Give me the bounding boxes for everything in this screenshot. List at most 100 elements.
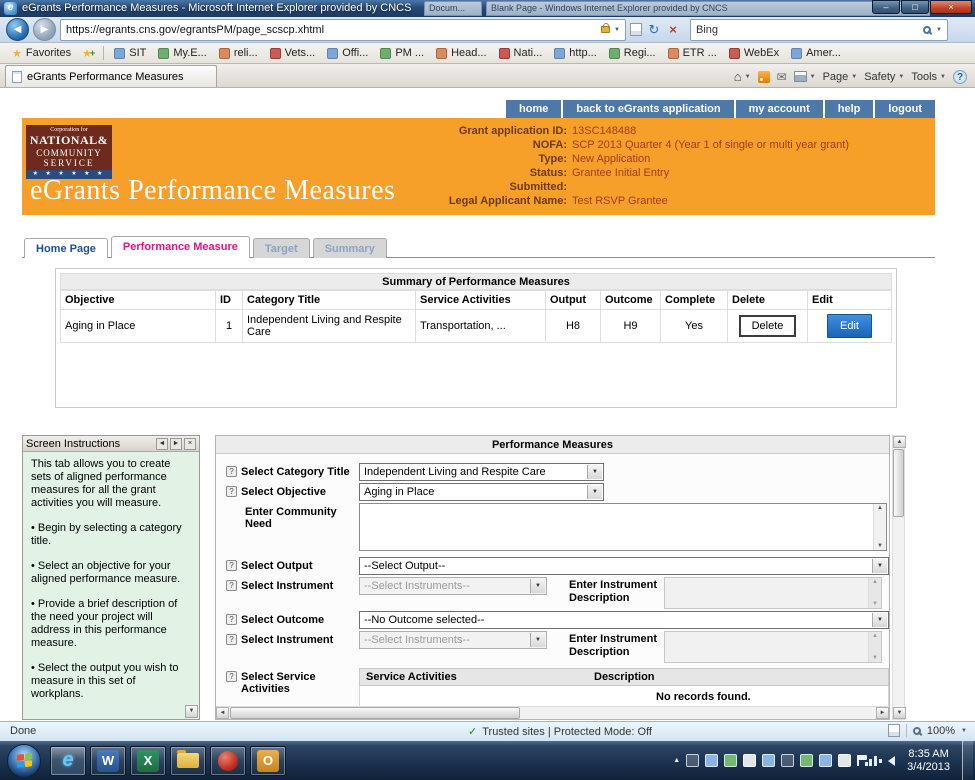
help-icon[interactable]: ? — [226, 671, 237, 682]
minimize-button[interactable]: – — [872, 0, 900, 14]
favorites-bar-item[interactable]: WebEx — [723, 46, 785, 60]
taskbar-outlook-button[interactable]: O — [250, 746, 286, 776]
community-need-textarea[interactable]: ▲▼ — [359, 503, 887, 551]
scroll-left-button[interactable]: ◄ — [156, 438, 168, 450]
taskbar-media-button[interactable] — [210, 746, 246, 776]
nav-help-button[interactable]: help — [825, 100, 874, 118]
horizontal-scrollbar[interactable]: ◄ ► — [216, 706, 889, 719]
tray-icon[interactable] — [705, 754, 718, 767]
stop-button[interactable]: × — [666, 22, 680, 37]
help-icon[interactable]: ? — [226, 634, 237, 645]
zoom-icon[interactable] — [913, 727, 921, 735]
print-button[interactable]: ▼ — [794, 71, 816, 82]
search-dropdown-icon[interactable]: ▼ — [936, 27, 942, 33]
show-desktop-button[interactable] — [962, 741, 973, 780]
scroll-right-button[interactable]: ► — [876, 707, 889, 719]
zoom-dropdown-icon[interactable]: ▼ — [961, 728, 967, 734]
help-icon[interactable]: ? — [226, 580, 237, 591]
taskbar-ie-button[interactable]: e — [50, 746, 86, 776]
tab-home-page[interactable]: Home Page — [24, 238, 108, 258]
forward-button[interactable]: ▶ — [33, 18, 56, 41]
maximize-button[interactable]: □ — [901, 0, 929, 14]
help-button[interactable]: ? — [953, 70, 967, 84]
delete-button[interactable]: Delete — [739, 315, 797, 337]
tray-icon[interactable] — [724, 754, 737, 767]
read-mail-button[interactable]: ✉ — [777, 70, 787, 84]
nav-logout-button[interactable]: logout — [875, 100, 935, 118]
favorites-bar-item[interactable]: SIT — [108, 46, 152, 60]
background-window-titlebar[interactable]: Blank Page - Windows Internet Explorer p… — [486, 1, 930, 16]
taskbar-clock[interactable]: 8:35 AM 3/4/2013 — [901, 748, 956, 774]
zoom-level[interactable]: 100% — [927, 725, 955, 737]
tray-icon[interactable] — [762, 754, 775, 767]
network-icon[interactable] — [865, 756, 877, 766]
url-field[interactable]: https://egrants.cns.gov/egrantsPM/page_s… — [60, 19, 626, 41]
tray-icon[interactable] — [686, 754, 699, 767]
scroll-left-button[interactable]: ◄ — [216, 707, 229, 719]
favorites-bar-item[interactable]: Vets... — [264, 46, 322, 60]
favorites-bar-item[interactable]: ETR ... — [662, 46, 723, 60]
back-button[interactable]: ◀ — [6, 18, 29, 41]
scroll-up-button[interactable]: ▲ — [893, 436, 906, 448]
help-icon[interactable]: ? — [226, 486, 237, 497]
nav-home-button[interactable]: home — [506, 100, 561, 118]
compatibility-icon[interactable] — [888, 724, 900, 737]
start-button[interactable] — [7, 744, 41, 778]
taskbar-excel-button[interactable]: X — [130, 746, 166, 776]
tray-icon[interactable] — [838, 754, 851, 767]
tray-icon[interactable] — [743, 754, 756, 767]
scrollbar-thumb[interactable] — [893, 449, 904, 517]
action-center-icon[interactable] — [857, 755, 859, 766]
nav-back-to-egrants-button[interactable]: back to eGrants application — [563, 100, 733, 118]
search-icon[interactable] — [923, 26, 931, 34]
tray-icon[interactable] — [800, 754, 813, 767]
vertical-scrollbar[interactable]: ▲ ▼ — [892, 435, 905, 720]
favorites-bar-item[interactable]: Nati... — [493, 46, 549, 60]
outcome-instrument-select[interactable]: --Select Instruments-- ▼ — [359, 631, 547, 649]
tray-icon[interactable] — [781, 754, 794, 767]
refresh-button[interactable]: ↻ — [646, 22, 662, 38]
compatibility-view-button[interactable] — [630, 23, 642, 36]
url-dropdown-icon[interactable]: ▼ — [614, 27, 620, 33]
home-button[interactable]: ⌂▼ — [734, 69, 751, 84]
favorites-bar-item[interactable]: http... — [548, 46, 603, 60]
tab-performance-measure[interactable]: Performance Measure — [111, 236, 250, 258]
feeds-icon[interactable] — [758, 71, 770, 83]
textarea-scrollbar[interactable]: ▲▼ — [873, 504, 886, 550]
favorites-bar-item[interactable]: Head... — [430, 46, 492, 60]
favorites-bar-item[interactable]: Regi... — [603, 46, 662, 60]
help-icon[interactable]: ? — [226, 560, 237, 571]
favorites-bar-item[interactable]: My.E... — [152, 46, 212, 60]
close-instructions-button[interactable]: × — [184, 438, 196, 450]
add-to-favorites-button[interactable]: ★+ — [78, 47, 99, 60]
outcome-select[interactable]: --No Outcome selected-- ▼ — [359, 611, 889, 629]
output-select[interactable]: --Select Output-- ▼ — [359, 557, 889, 575]
page-menu[interactable]: Page▼ — [823, 71, 858, 83]
favorites-button[interactable]: ★ Favorites — [5, 45, 78, 62]
favorites-bar-item[interactable]: reli... — [213, 46, 264, 60]
tray-icon[interactable] — [819, 754, 832, 767]
help-icon[interactable]: ? — [226, 614, 237, 625]
background-window-tab[interactable]: Docum... — [424, 1, 482, 16]
favorites-bar-item[interactable]: PM ... — [374, 46, 430, 60]
objective-select[interactable]: Aging in Place ▼ — [359, 483, 604, 501]
edit-button[interactable]: Edit — [827, 314, 872, 338]
show-hidden-icons-button[interactable]: ▲ — [673, 757, 680, 764]
scroll-right-button[interactable]: ► — [170, 438, 182, 450]
taskbar-word-button[interactable]: W — [90, 746, 126, 776]
nav-my-account-button[interactable]: my account — [736, 100, 823, 118]
favorites-bar-item[interactable]: Offi... — [321, 46, 374, 60]
volume-icon[interactable] — [883, 756, 895, 766]
tools-menu[interactable]: Tools▼ — [911, 71, 946, 83]
scroll-down-button[interactable]: ▼ — [185, 705, 198, 718]
scrollbar-track[interactable] — [520, 707, 876, 719]
search-box[interactable]: Bing ▼ — [690, 19, 948, 41]
scrollbar-thumb[interactable] — [230, 707, 520, 719]
taskbar-folder-button[interactable] — [170, 746, 206, 776]
scroll-down-button[interactable]: ▼ — [893, 707, 906, 719]
browser-tab[interactable]: eGrants Performance Measures — [5, 65, 217, 87]
category-title-select[interactable]: Independent Living and Respite Care ▼ — [359, 463, 604, 481]
favorites-bar-item[interactable]: Amer... — [785, 46, 847, 60]
help-icon[interactable]: ? — [226, 466, 237, 477]
close-button[interactable]: × — [930, 0, 972, 14]
